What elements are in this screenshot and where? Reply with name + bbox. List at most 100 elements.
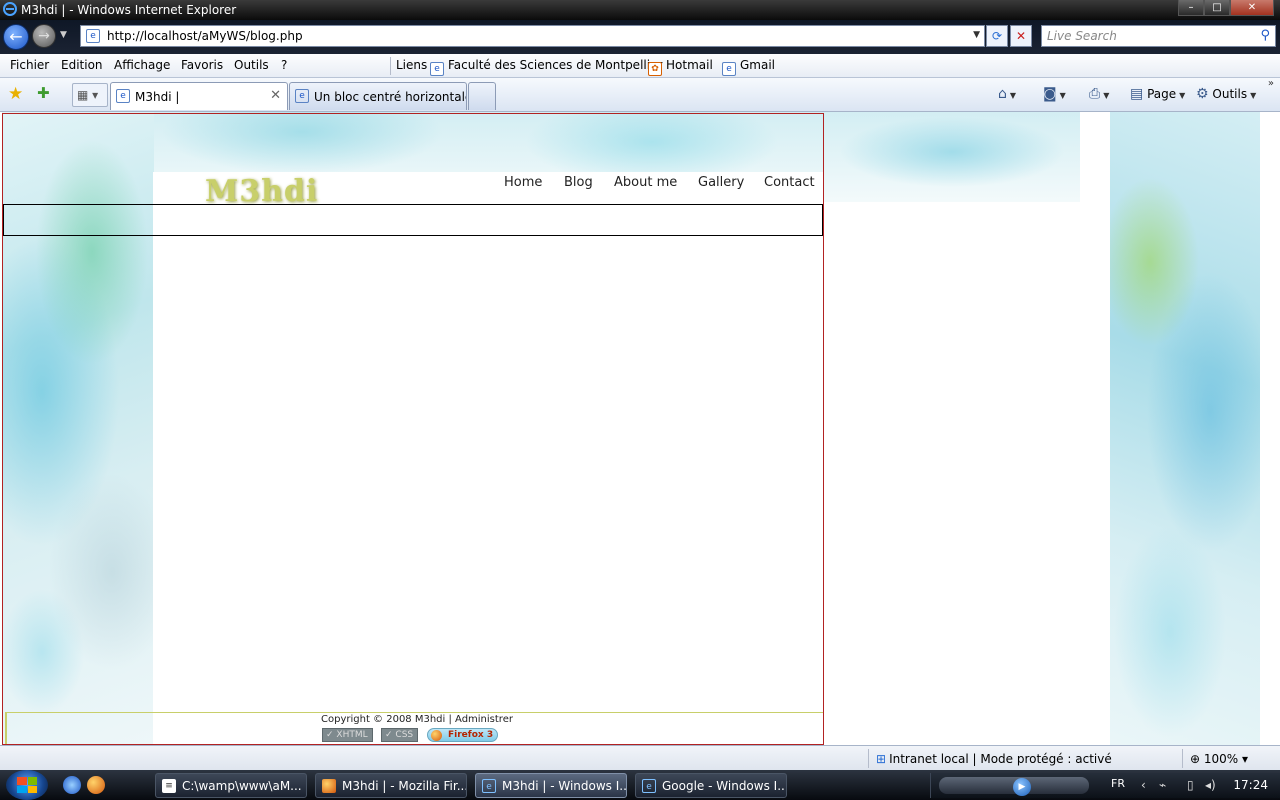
page-icon: ▤ — [1130, 86, 1144, 102]
task-label: C:\wamp\www\aM... — [182, 779, 302, 793]
tools-menu-label: Outils — [1212, 87, 1248, 101]
menu-outils[interactable]: Outils — [234, 58, 269, 72]
firefox-icon — [322, 779, 336, 793]
new-tab-button[interactable] — [468, 82, 496, 110]
stop-button[interactable]: ✕ — [1010, 25, 1032, 47]
notepad-icon: ≡ — [162, 779, 176, 793]
zoom-level: 100% — [1203, 752, 1239, 766]
home-button[interactable]: ⌂ ▼ — [998, 86, 1016, 102]
home-icon: ⌂ — [998, 86, 1007, 102]
status-bar: ⊞ Intranet local | Mode protégé : activé … — [0, 745, 1280, 770]
link-hotmail-label: Hotmail — [666, 58, 713, 72]
nav-about-me[interactable]: About me — [614, 175, 677, 190]
taskbar: ≡ C:\wamp\www\aM... M3hdi | - Mozilla Fir… — [0, 770, 1280, 800]
link-faculte[interactable]: e Faculté des Sciences de Montpellier — [430, 58, 662, 76]
volume-icon[interactable]: ◂) — [1205, 778, 1216, 792]
web-page-viewport: M3hdi Home Blog About me Gallery Contact… — [0, 112, 1280, 745]
firefox-badge[interactable]: Firefox 3 — [427, 728, 499, 742]
menu-edition[interactable]: Edition — [61, 58, 103, 72]
ie-page-icon: e — [295, 89, 309, 103]
zoom-control[interactable]: ⊕ 100% ▾ — [1190, 752, 1248, 766]
close-tab-icon[interactable]: ✕ — [270, 88, 281, 103]
print-button[interactable]: ⎙ ▼ — [1089, 86, 1109, 102]
page-menu-label: Page — [1147, 87, 1177, 101]
right-background-art — [1110, 112, 1260, 745]
chevron-more-icon[interactable]: » — [1268, 78, 1274, 89]
network-icon[interactable]: ⌁ — [1159, 778, 1166, 792]
tools-menu-button[interactable]: ⚙ Outils ▼ — [1196, 86, 1256, 102]
search-input[interactable]: Live Search ⚲ — [1041, 25, 1276, 47]
address-url[interactable]: http://localhost/aMyWS/blog.php — [107, 29, 303, 43]
status-divider — [868, 749, 869, 768]
menu-help[interactable]: ? — [281, 58, 287, 72]
search-icon[interactable]: ⚲ — [1260, 28, 1270, 43]
header-bar — [3, 204, 823, 236]
ie-icon: e — [642, 779, 656, 793]
status-divider — [1182, 749, 1183, 768]
clock[interactable]: 17:24 — [1233, 778, 1268, 792]
nav-contact[interactable]: Contact — [764, 175, 815, 190]
task-label: M3hdi | - Windows I... — [502, 779, 627, 793]
recent-pages-dropdown-icon[interactable]: ▼ — [60, 30, 67, 40]
rss-icon: ◙ — [1043, 86, 1057, 102]
power-icon[interactable]: ▯ — [1187, 778, 1194, 792]
printer-icon: ⎙ — [1089, 86, 1101, 102]
refresh-button[interactable]: ⟳ — [986, 25, 1008, 47]
forward-button[interactable]: → — [32, 24, 56, 48]
favorites-star-icon[interactable]: ★ — [8, 84, 23, 104]
task-label: Google - Windows I... — [662, 779, 787, 793]
link-gmail-label: Gmail — [740, 58, 776, 72]
minimize-button[interactable]: – — [1178, 0, 1204, 16]
css-badge[interactable]: ✓ CSS — [381, 728, 419, 742]
nav-gallery[interactable]: Gallery — [698, 175, 744, 190]
ie-icon: e — [482, 779, 496, 793]
quick-tabs-button[interactable]: ▦ ▾ — [72, 83, 108, 107]
links-label[interactable]: Liens — [396, 58, 427, 72]
tab-m3hdi[interactable]: e M3hdi | ✕ — [110, 82, 288, 110]
link-hotmail[interactable]: ✿ Hotmail — [648, 58, 713, 76]
nav-blog[interactable]: Blog — [564, 175, 593, 190]
menu-bar: Fichier Edition Affichage Favoris Outils… — [0, 54, 1280, 78]
language-indicator[interactable]: FR — [1111, 777, 1125, 790]
nav-home[interactable]: Home — [504, 175, 542, 190]
page-icon: e — [86, 29, 100, 43]
task-firefox[interactable]: M3hdi | - Mozilla Fir... — [315, 773, 467, 798]
tab-label: Un bloc centré horizontale... — [314, 90, 467, 104]
link-faculte-label: Faculté des Sciences de Montpellier — [448, 58, 663, 72]
quicklaunch-firefox-icon[interactable] — [87, 776, 105, 794]
tab-bar: ★ ✚ ▦ ▾ e M3hdi | ✕ e Un bloc centré hor… — [0, 78, 1280, 112]
ie-logo-icon — [3, 2, 17, 16]
task-ie-m3hdi[interactable]: e M3hdi | - Windows I... — [475, 773, 627, 798]
navigation-bar: ← → ▼ e http://localhost/aMyWS/blog.php … — [0, 20, 1280, 54]
tab-label: M3hdi | — [135, 90, 180, 104]
security-zone[interactable]: ⊞ Intranet local | Mode protégé : activé — [876, 752, 1112, 766]
quicklaunch-ie-icon[interactable] — [63, 776, 81, 794]
feeds-button[interactable]: ◙ ▼ — [1043, 86, 1066, 102]
task-ie-google[interactable]: e Google - Windows I... — [635, 773, 787, 798]
footer-copyright: Copyright © 2008 M3hdi | Administrer — [321, 714, 513, 725]
ie-page-icon: e — [116, 89, 130, 103]
close-button[interactable]: ✕ — [1230, 0, 1274, 16]
menu-favoris[interactable]: Favoris — [181, 58, 223, 72]
address-bar[interactable]: e http://localhost/aMyWS/blog.php ▼ — [80, 25, 985, 47]
firefox-icon — [431, 730, 442, 741]
window-titlebar: M3hdi | - Windows Internet Explorer – □ … — [0, 0, 1280, 20]
windows-logo-icon — [17, 777, 37, 793]
link-gmail[interactable]: e Gmail — [722, 58, 775, 76]
task-notepad[interactable]: ≡ C:\wamp\www\aM... — [155, 773, 307, 798]
ie-page-icon: e — [430, 62, 444, 76]
task-label: M3hdi | - Mozilla Fir... — [342, 779, 467, 793]
tab-bloc-centre[interactable]: e Un bloc centré horizontale... — [289, 82, 467, 110]
back-button[interactable]: ← — [3, 24, 29, 50]
address-dropdown-icon[interactable]: ▼ — [973, 30, 980, 40]
window-title: M3hdi | - Windows Internet Explorer — [21, 3, 237, 17]
media-player-toolbar[interactable]: ▶ — [939, 777, 1089, 796]
xhtml-badge[interactable]: ✓ XHTML — [322, 728, 373, 742]
add-favorite-icon[interactable]: ✚ — [37, 84, 50, 102]
page-menu-button[interactable]: ▤ Page ▼ — [1130, 86, 1185, 102]
menu-fichier[interactable]: Fichier — [10, 58, 49, 72]
chevron-left-icon[interactable]: ‹ — [1141, 778, 1146, 792]
maximize-button[interactable]: □ — [1204, 0, 1230, 16]
menu-affichage[interactable]: Affichage — [114, 58, 170, 72]
play-icon[interactable]: ▶ — [1013, 778, 1031, 796]
